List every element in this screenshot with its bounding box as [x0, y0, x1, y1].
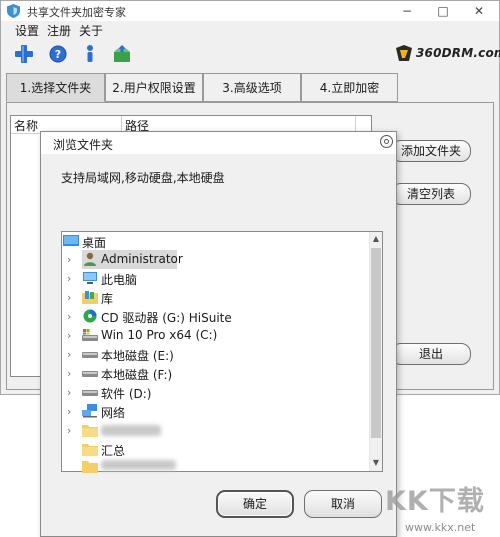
expand-arrow-icon[interactable]: › [67, 310, 71, 323]
tree-node-desktop[interactable]: 桌面 [62, 232, 368, 251]
tab-select-folder[interactable]: 1.选择文件夹 [6, 73, 105, 102]
dialog-description: 支持局域网,移动硬盘,本地硬盘 [61, 171, 225, 185]
dialog-help-icon[interactable] [380, 135, 393, 148]
tab-user-permissions[interactable]: 2.用户权限设置 [105, 73, 203, 102]
dialog-help-icon-inner [384, 139, 389, 144]
tab-advanced-options[interactable]: 3.高级选项 [203, 73, 301, 102]
tree-node-drive-f[interactable]: › 本地磁盘 (F:) [62, 364, 368, 383]
browse-folder-dialog: 浏览文件夹 支持局域网,移动硬盘,本地硬盘 桌面 › Administrator [40, 131, 397, 537]
window-title: 共享文件夹加密专家 [27, 6, 126, 19]
ok-button[interactable]: 确定 [216, 490, 294, 518]
exit-button[interactable]: 退出 [391, 343, 471, 365]
tree-node-network[interactable]: › 网络 [62, 402, 368, 421]
dialog-title-bar: 浏览文件夹 [41, 132, 396, 154]
menu-register[interactable]: 注册 [47, 22, 71, 39]
expand-arrow-icon[interactable]: › [67, 348, 71, 361]
column-name[interactable]: 名称 [14, 117, 38, 134]
menu-about[interactable]: 关于 [79, 22, 103, 39]
desktop-icon [63, 235, 79, 246]
tree-node-drive-e[interactable]: › 本地磁盘 (E:) [62, 345, 368, 364]
tree-node-label: 库 [101, 292, 114, 306]
folder-icon [82, 425, 98, 437]
redacted-label [101, 460, 176, 470]
cancel-button[interactable]: 取消 [304, 490, 382, 518]
tree-node-label: 桌面 [82, 236, 107, 250]
tree-node-label: Administrator [101, 252, 183, 266]
expand-arrow-icon[interactable]: › [67, 329, 71, 342]
expand-arrow-icon[interactable]: › [67, 424, 71, 437]
brand-mark-icon [396, 45, 412, 61]
folder-icon [82, 444, 98, 456]
add-folder-button[interactable]: 添加文件夹 [391, 140, 471, 162]
watermark-logo: KK下载 [385, 486, 485, 517]
scroll-up-icon[interactable]: ▲ [370, 232, 382, 246]
expand-arrow-icon[interactable]: › [67, 253, 71, 266]
tree-node-folder-redacted[interactable]: › [62, 421, 368, 440]
tree-node-label: CD 驱动器 (G:) HiSuite [101, 311, 232, 325]
tree-node-library[interactable]: › 库 [62, 288, 368, 307]
title-bar: 共享文件夹加密专家 − □ ✕ [1, 1, 499, 21]
add-icon[interactable] [13, 43, 35, 65]
tree-node-folder-redacted[interactable] [62, 457, 368, 473]
minimize-button[interactable]: − [389, 1, 425, 21]
menu-settings[interactable]: 设置 [15, 22, 39, 39]
dialog-title: 浏览文件夹 [53, 138, 114, 152]
tree-node-label: 本地磁盘 (F:) [101, 368, 173, 382]
tree-node-label: 本地磁盘 (E:) [101, 349, 174, 363]
watermark: KK下载 www.kkx.net [385, 479, 500, 537]
scroll-down-icon[interactable]: ▼ [370, 456, 382, 470]
tab-encrypt-now[interactable]: 4.立即加密 [301, 73, 398, 102]
system-drive-icon [82, 329, 98, 341]
close-button[interactable]: ✕ [461, 1, 497, 21]
library-icon [82, 291, 98, 304]
open-icon[interactable] [111, 43, 133, 65]
tab-strip: 1.选择文件夹 2.用户权限设置 3.高级选项 4.立即加密 [6, 73, 496, 103]
disk-drive-icon [82, 390, 98, 396]
tree-node-label: 软件 (D:) [101, 387, 152, 401]
tree-node-cd-drive[interactable]: › CD 驱动器 (G:) HiSuite [62, 307, 368, 326]
clear-list-button[interactable]: 清空列表 [391, 183, 471, 205]
brand-logo: 360DRM.com [394, 44, 500, 64]
tree-node-administrator[interactable]: › Administrator [62, 250, 368, 269]
svg-text:?: ? [55, 48, 61, 61]
expand-arrow-icon[interactable]: › [67, 291, 71, 304]
tree-node-label: 网络 [101, 406, 126, 420]
tree-node-drive-c[interactable]: › Win 10 Pro x64 (C:) [62, 326, 368, 345]
watermark-url: www.kkx.net [405, 521, 476, 534]
expand-arrow-icon[interactable]: › [67, 272, 71, 285]
brand-text: 360DRM.com [416, 46, 500, 60]
expand-arrow-icon[interactable]: › [67, 367, 71, 380]
window-controls: − □ ✕ [389, 1, 499, 21]
expand-arrow-icon[interactable]: › [67, 386, 71, 399]
computer-icon [83, 272, 97, 284]
scrollbar-thumb[interactable] [371, 248, 381, 438]
shield-icon [7, 4, 20, 18]
expand-arrow-icon[interactable]: › [67, 405, 71, 418]
folder-tree[interactable]: 桌面 › Administrator › 此电脑 › 库 › CD 驱动器 (G… [61, 231, 383, 473]
maximize-button[interactable]: □ [425, 1, 461, 21]
redacted-label [101, 425, 161, 436]
tree-node-label: Win 10 Pro x64 (C:) [101, 328, 218, 342]
network-icon [82, 404, 97, 418]
disk-drive-icon [82, 371, 98, 377]
tree-node-this-pc[interactable]: › 此电脑 [62, 269, 368, 288]
user-icon [84, 252, 96, 266]
tree-node-label: 此电脑 [101, 273, 138, 287]
menu-bar: 设置 注册 关于 [1, 21, 499, 39]
help-icon[interactable]: ? [47, 43, 69, 65]
info-icon[interactable] [79, 43, 101, 65]
tree-node-drive-d[interactable]: › 软件 (D:) [62, 383, 368, 402]
cd-drive-icon [83, 309, 97, 323]
folder-icon [82, 461, 98, 473]
tree-scrollbar[interactable]: ▲ ▼ [369, 232, 382, 471]
disk-drive-icon [82, 352, 98, 358]
